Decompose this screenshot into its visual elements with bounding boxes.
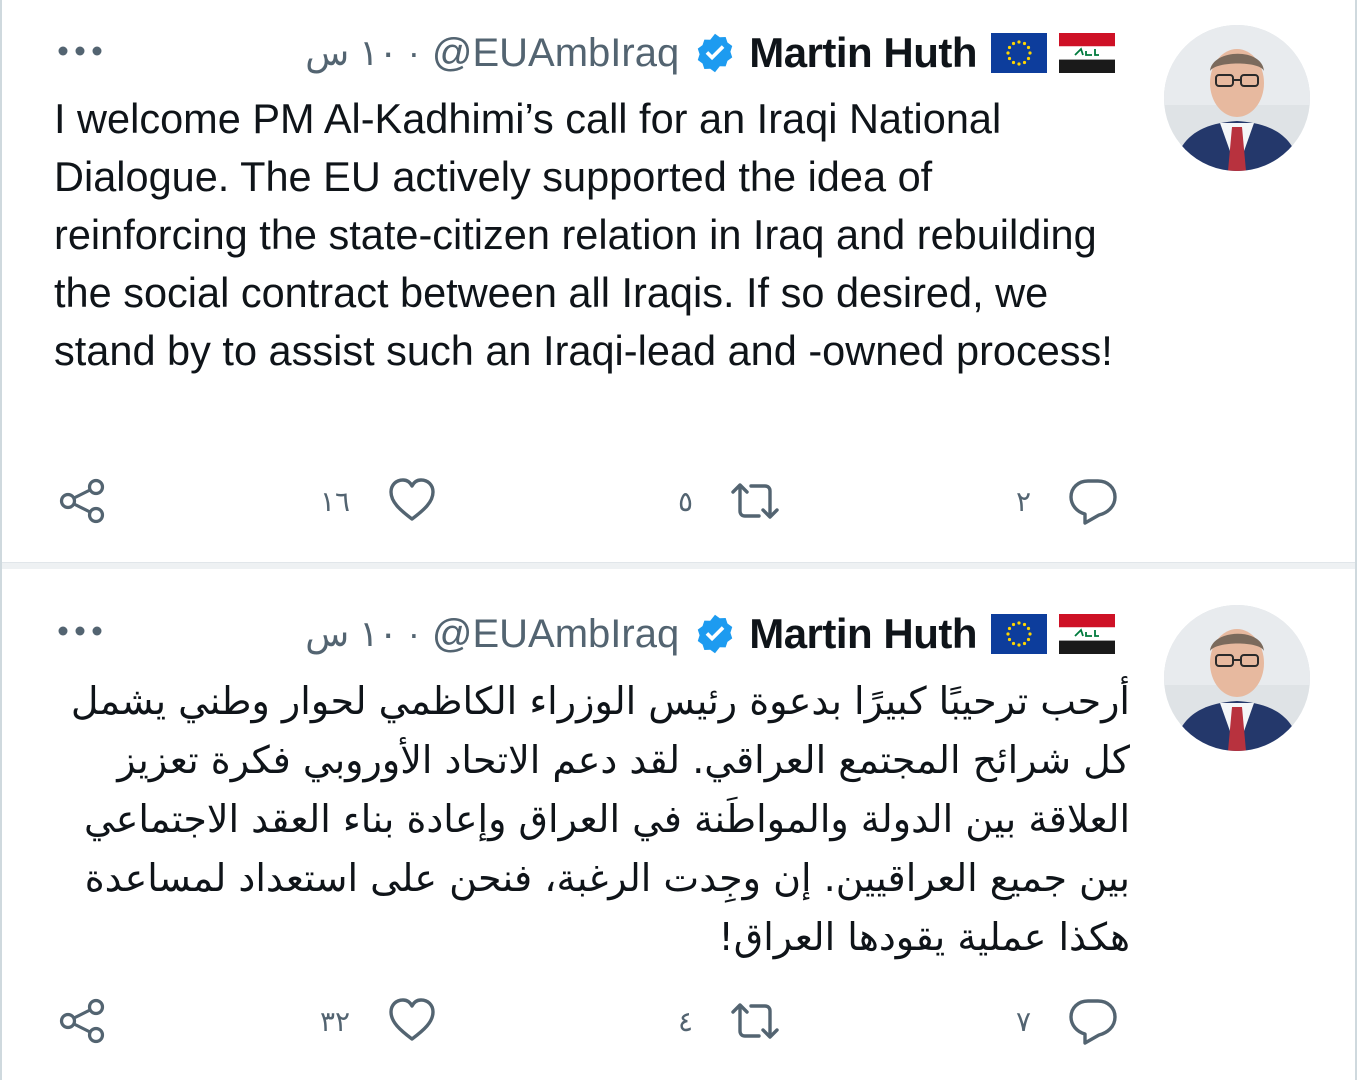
avatar[interactable] (1164, 25, 1310, 171)
share-icon (59, 478, 105, 524)
like-count: ١٦ (320, 484, 351, 518)
retweet-count: ٤ (678, 1004, 694, 1038)
timeline: ١٠ س · @EUAmbIraq Martin Huth I welcome … (0, 0, 1357, 1080)
tweet-arabic[interactable]: ١٠ س · @EUAmbIraq Martin Huth أرحب ترحيب… (2, 567, 1355, 1080)
verified-badge-icon (697, 614, 733, 654)
retweet-count: ٥ (678, 484, 694, 518)
timestamp[interactable]: ١٠ س · (305, 32, 420, 74)
tweet-text: I welcome PM Al-Kadhimi’s call for an Ir… (54, 95, 1113, 374)
reply-icon (1069, 479, 1117, 525)
retweet-icon (731, 1003, 779, 1039)
iraq-flag-icon (1059, 614, 1115, 654)
more-options-icon[interactable] (57, 624, 103, 638)
reply-button[interactable]: ٧ (1016, 991, 1119, 1051)
tweet-header: ١٠ س · @EUAmbIraq Martin Huth (305, 26, 1127, 80)
retweet-button[interactable]: ٥ (678, 471, 781, 531)
eu-flag-icon (991, 33, 1047, 73)
tweet-text: أرحب ترحيبًا كبيرًا بدعوة رئيس الوزراء ا… (70, 679, 1130, 959)
avatar[interactable] (1164, 605, 1310, 751)
display-name[interactable]: Martin Huth (749, 610, 977, 658)
reply-button[interactable]: ٢ (1016, 471, 1119, 531)
user-handle[interactable]: @EUAmbIraq (432, 31, 679, 76)
share-button[interactable] (56, 991, 108, 1051)
user-handle[interactable]: @EUAmbIraq (432, 612, 679, 657)
like-count: ٣٢ (320, 1004, 351, 1038)
tweet-header: ١٠ س · @EUAmbIraq Martin Huth (305, 607, 1127, 661)
display-name[interactable]: Martin Huth (749, 29, 977, 77)
like-icon (389, 478, 435, 521)
timestamp[interactable]: ١٠ س · (305, 613, 420, 655)
tweet-actions: ١٦ ٥ ٢ (2, 471, 1355, 531)
share-icon (59, 998, 105, 1044)
iraq-flag-icon (1059, 33, 1115, 73)
reply-count: ٧ (1016, 1004, 1032, 1038)
retweet-icon (731, 483, 779, 519)
reply-icon (1069, 999, 1117, 1045)
verified-badge-icon (697, 33, 733, 73)
reply-count: ٢ (1016, 484, 1032, 518)
tweet-english[interactable]: ١٠ س · @EUAmbIraq Martin Huth I welcome … (2, 0, 1355, 565)
share-button[interactable] (56, 471, 108, 531)
like-icon (389, 998, 435, 1041)
like-button[interactable]: ٣٢ (320, 991, 438, 1051)
more-options-icon[interactable] (57, 44, 103, 58)
like-button[interactable]: ١٦ (320, 471, 438, 531)
eu-flag-icon (991, 614, 1047, 654)
tweet-actions: ٣٢ ٤ ٧ (2, 991, 1355, 1051)
retweet-button[interactable]: ٤ (678, 991, 781, 1051)
